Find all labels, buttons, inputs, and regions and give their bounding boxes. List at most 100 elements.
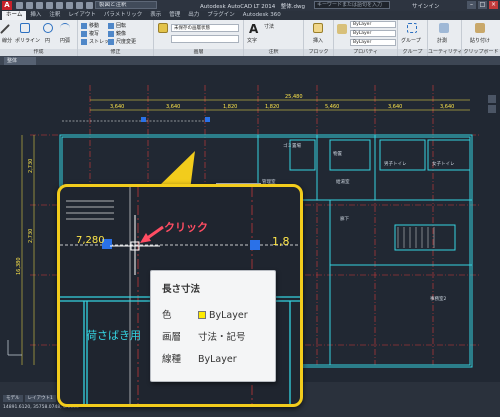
layer-properties-icon[interactable] — [158, 23, 168, 33]
ribbon-tab[interactable]: 管理 — [165, 11, 184, 20]
rotate-button[interactable]: 回転 — [108, 22, 126, 29]
tooltip-key: 画層 — [162, 332, 182, 343]
scale-button[interactable]: 尺度変更 — [108, 38, 136, 45]
dim-left-1: 2,730 — [28, 159, 34, 173]
redo-icon[interactable] — [76, 2, 83, 9]
group-icon[interactable] — [407, 23, 417, 33]
signin-link[interactable]: サインイン — [412, 2, 440, 10]
window-controls: – □ × — [467, 1, 498, 9]
dim-left-group: 2,730 2,730 16,380 — [16, 159, 34, 275]
grip-handle[interactable] — [205, 117, 210, 122]
panel-title-clipboard: クリップボード — [462, 49, 500, 56]
print-icon[interactable] — [56, 2, 63, 9]
grip-handle[interactable] — [141, 117, 146, 122]
ribbon-tabs: ホーム 挿入 注釈 レイアウト パラメトリック 表示 管理 出力 プラグイン Autodesk 3… — [0, 11, 500, 20]
insert-button[interactable]: 挿入 — [313, 37, 323, 44]
dim-top-6: 3,640 — [388, 104, 402, 110]
panel-title-annotation: 注釈 — [244, 49, 303, 56]
quick-properties-tooltip: 長さ寸法 色 ByLayer 画層 寸法・記号 線種 ByLayer — [150, 270, 276, 382]
move-button[interactable]: 移動 — [81, 22, 99, 29]
panel-utilities: 計測 ユーティリティ — [428, 20, 462, 56]
circle-button[interactable]: 円 — [45, 37, 50, 44]
paste-icon[interactable] — [475, 23, 485, 33]
ribbon-tab[interactable]: パラメトリック — [100, 11, 146, 20]
copy-button[interactable]: 複写 — [81, 30, 99, 37]
saveas-icon[interactable] — [46, 2, 53, 9]
line-icon[interactable] — [0, 24, 10, 34]
text-icon[interactable]: A — [249, 22, 259, 36]
arc-button[interactable]: 円弧 — [60, 37, 70, 44]
dim-top-4: 1,820 — [265, 104, 279, 110]
ribbon-tab[interactable]: 挿入 — [26, 11, 45, 20]
polyline-icon[interactable] — [20, 23, 30, 33]
dimension-button[interactable]: 寸法 — [264, 23, 274, 30]
circle-icon[interactable] — [43, 23, 53, 33]
panel-title-modify: 修正 — [78, 49, 153, 56]
insert-block-icon[interactable] — [313, 23, 323, 33]
search-input[interactable]: キーワードまたは語句を入力 — [314, 1, 390, 9]
dim-left-2: 2,730 — [28, 229, 34, 243]
zoom-icon[interactable] — [488, 105, 496, 113]
ribbon-tab[interactable]: レイアウト — [64, 11, 100, 20]
group-button[interactable]: グループ — [401, 37, 421, 44]
room-label: 物置 — [333, 150, 342, 157]
minimize-button[interactable]: – — [467, 1, 476, 9]
new-icon[interactable] — [16, 2, 23, 9]
layer-state-select[interactable]: 未保存の画層状態 — [171, 24, 239, 32]
dim-total: 25,480 — [285, 94, 303, 100]
mirror-button[interactable]: 鏡像 — [108, 30, 126, 37]
color-select[interactable]: ByLayer — [350, 21, 396, 28]
stairs — [397, 227, 435, 248]
text-button[interactable]: 文字 — [247, 37, 257, 44]
ribbon-tab[interactable]: 出力 — [184, 11, 203, 20]
tooltip-value: 寸法・記号 — [198, 332, 246, 343]
grip-handle[interactable] — [250, 240, 260, 250]
tooltip-value: ByLayer — [209, 310, 248, 321]
line-button[interactable]: 線分 — [2, 37, 12, 44]
room-label: 荷さばき用 — [86, 329, 141, 342]
magnified-stairs — [66, 200, 114, 220]
pan-icon[interactable] — [488, 95, 496, 103]
ribbon-tab[interactable]: 表示 — [146, 11, 165, 20]
rotate-label: 回転 — [116, 23, 127, 29]
match-properties-icon[interactable] — [337, 24, 347, 34]
ribbon-tab[interactable]: プラグイン — [203, 11, 239, 20]
measure-icon[interactable] — [439, 23, 449, 33]
tooltip-title: 長さ寸法 — [162, 284, 201, 295]
app-title: Autodesk AutoCAD LT 2014 整体.dwg — [200, 4, 305, 10]
file-tab[interactable]: 整体 — [4, 57, 36, 65]
dropdown-icon[interactable] — [86, 2, 93, 9]
close-button[interactable]: × — [489, 1, 498, 9]
layer-select[interactable] — [171, 35, 239, 43]
ribbon-tab[interactable]: 注釈 — [45, 11, 64, 20]
paste-button[interactable]: 貼り付け — [470, 37, 490, 44]
panel-layers: 未保存の画層状態 画層 — [154, 20, 244, 56]
scale-icon — [108, 38, 114, 45]
ribbon: 線分 ポリライン 円 円弧 作成 移動 複写 ストレッチ 回転 鏡像 尺度変更 … — [0, 20, 500, 56]
ribbon-tab[interactable]: Autodesk 360 — [239, 11, 285, 20]
workspace-select[interactable]: 製図と注釈 — [95, 1, 157, 9]
undo-icon[interactable] — [66, 2, 73, 9]
dim-text-group: 3,640 3,640 1,820 1,820 25,480 5,460 3,6… — [110, 94, 454, 110]
save-icon[interactable] — [36, 2, 43, 9]
tooltip-key: 色 — [162, 310, 172, 321]
tooltip-value: ByLayer — [198, 354, 237, 365]
panel-title-groups: グループ — [398, 49, 427, 56]
app-menu-button[interactable]: A — [2, 1, 12, 10]
lineweight-select[interactable]: ByLayer — [350, 30, 396, 37]
ribbon-tab[interactable]: ホーム — [2, 11, 27, 20]
measure-button[interactable]: 計測 — [437, 37, 447, 44]
color-swatch-icon — [198, 311, 206, 319]
tab-layout1[interactable]: レイアウト1 — [24, 395, 56, 402]
arc-icon[interactable] — [60, 23, 70, 33]
polyline-button[interactable]: ポリライン — [15, 37, 40, 44]
tooltip-row-layer: 画層 寸法・記号 — [162, 329, 246, 343]
maximize-button[interactable]: □ — [478, 1, 487, 9]
stretch-icon — [81, 38, 87, 45]
room-label: 男子トイレ — [384, 160, 407, 167]
panel-block: 挿入 ブロック — [304, 20, 334, 56]
tab-model[interactable]: モデル — [3, 395, 23, 402]
open-icon[interactable] — [26, 2, 33, 9]
linetype-select[interactable]: ByLayer — [350, 39, 396, 46]
room-label: 給湯室 — [336, 178, 350, 185]
